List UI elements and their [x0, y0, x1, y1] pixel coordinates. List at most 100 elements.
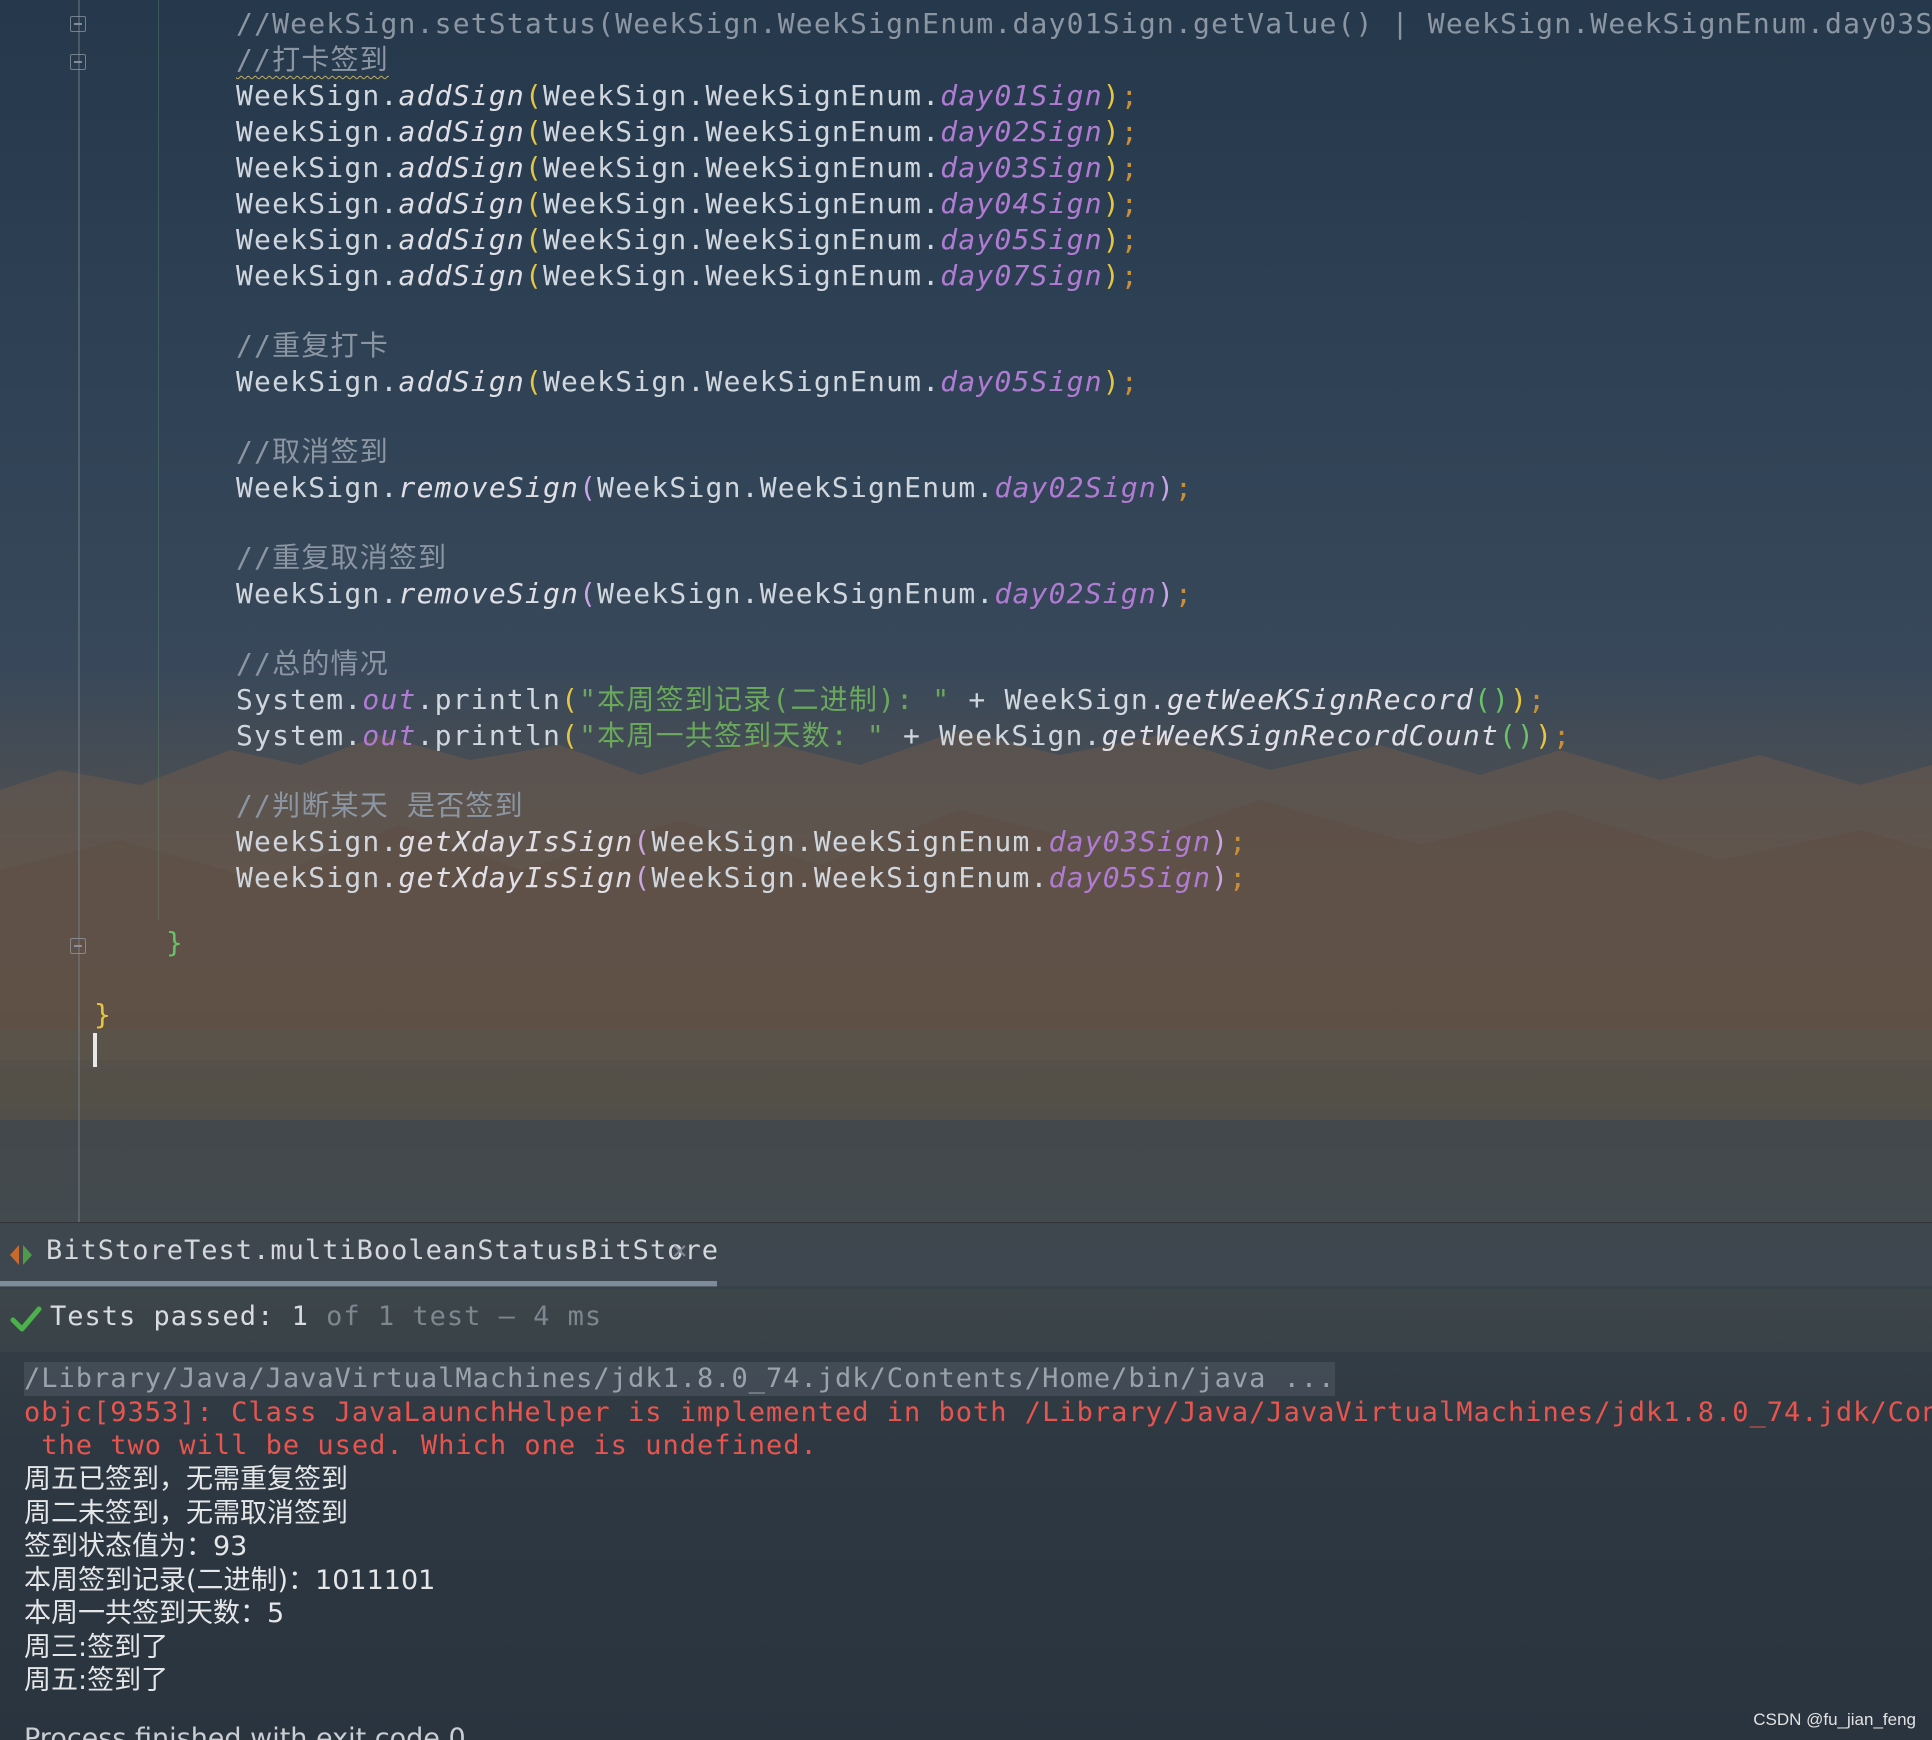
console-output-line: 本周签到记录(二进制)：1011101	[24, 1565, 436, 1596]
code-line[interactable]: WeekSign.removeSign(WeekSign.WeekSignEnu…	[236, 470, 1193, 506]
semicolon: ;	[1175, 577, 1194, 610]
class-ref: WeekSign.	[236, 861, 399, 894]
code-line[interactable]: WeekSign.addSign(WeekSign.WeekSignEnum.d…	[236, 364, 1139, 400]
gutter-line	[78, 0, 80, 1222]
method-name: removeSign	[398, 471, 580, 504]
fold-marker-icon[interactable]	[70, 54, 86, 70]
code-line[interactable]: System.out.println("本周一共签到天数: " + WeekSi…	[236, 718, 1571, 754]
operator: +	[884, 719, 940, 752]
semicolon: ;	[1120, 79, 1139, 112]
enum-ref: WeekSign.WeekSignEnum.	[651, 825, 1049, 858]
console-output-line: 周五:签到了	[24, 1665, 169, 1696]
code-line[interactable]: WeekSign.addSign(WeekSign.WeekSignEnum.d…	[236, 150, 1139, 186]
paren-close: )	[1102, 223, 1121, 256]
class-ref: WeekSign.	[236, 471, 399, 504]
operator: +	[950, 683, 1005, 716]
console-output-line: 周五已签到，无需重复签到	[24, 1464, 348, 1495]
method-name: getWeeKSignRecord	[1167, 683, 1474, 716]
class-ref: System.	[236, 719, 363, 752]
run-config-icon	[10, 1245, 32, 1265]
run-tab[interactable]: BitStoreTest.multiBooleanStatusBitStore …	[0, 1223, 718, 1287]
class-ref: WeekSign.	[1004, 683, 1167, 716]
class-ref: WeekSign.	[236, 825, 399, 858]
enum-ref: WeekSign.WeekSignEnum.	[543, 259, 941, 292]
paren-call: ()	[1498, 719, 1536, 752]
code-line[interactable]: WeekSign.addSign(WeekSign.WeekSignEnum.d…	[236, 114, 1139, 150]
code-line[interactable]: WeekSign.getXdayIsSign(WeekSign.WeekSign…	[236, 860, 1247, 896]
code-comment-line[interactable]: //判断某天 是否签到	[236, 788, 524, 824]
method-name: addSign	[398, 79, 525, 112]
method-name: getWeeKSignRecordCount	[1101, 719, 1499, 752]
comment-text: //取消签到	[236, 435, 389, 468]
semicolon: ;	[1120, 115, 1139, 148]
code-editor[interactable]: //WeekSign.setStatus(WeekSign.WeekSignEn…	[0, 0, 1932, 1222]
code-comment-line[interactable]: //取消签到	[236, 434, 389, 470]
semicolon: ;	[1120, 151, 1139, 184]
enum-ref: WeekSign.WeekSignEnum.	[543, 365, 941, 398]
method-name: addSign	[398, 259, 525, 292]
code-comment-line[interactable]: //打卡签到	[236, 42, 389, 78]
paren-close: )	[1102, 151, 1121, 184]
comment-text: //总的情况	[236, 647, 389, 680]
semicolon: ;	[1120, 187, 1139, 220]
paren-open: (	[524, 115, 543, 148]
code-line[interactable]: WeekSign.getXdayIsSign(WeekSign.WeekSign…	[236, 824, 1247, 860]
code-comment-line[interactable]: //WeekSign.setStatus(WeekSign.WeekSignEn…	[236, 6, 1932, 42]
enum-field: day04Sign	[940, 187, 1103, 220]
console-output-line: 签到状态值为：93	[24, 1531, 248, 1562]
class-ref: WeekSign.	[236, 79, 399, 112]
code-line[interactable]: WeekSign.addSign(WeekSign.WeekSignEnum.d…	[236, 78, 1139, 114]
fold-marker-icon[interactable]	[70, 938, 86, 954]
code-line[interactable]: WeekSign.removeSign(WeekSign.WeekSignEnu…	[236, 576, 1193, 612]
comment-text: //重复打卡	[236, 329, 389, 362]
comment-text: //判断某天 是否签到	[236, 789, 524, 822]
fold-marker-icon[interactable]	[70, 16, 86, 32]
run-tab-bar: BitStoreTest.multiBooleanStatusBitStore …	[0, 1222, 1932, 1287]
paren-close: )	[1211, 825, 1230, 858]
paren-open: (	[633, 861, 652, 894]
comment-text: //WeekSign.setStatus(WeekSign.WeekSignEn…	[236, 7, 1932, 40]
method-name: addSign	[398, 151, 525, 184]
code-comment-line[interactable]: //总的情况	[236, 646, 389, 682]
static-field: out	[362, 719, 417, 752]
console-command-line[interactable]: /Library/Java/JavaVirtualMachines/jdk1.8…	[24, 1362, 1336, 1396]
close-tab-icon[interactable]: ×	[672, 1236, 688, 1266]
enum-field: day05Sign	[1048, 861, 1212, 894]
paren-open: (	[524, 223, 543, 256]
code-line[interactable]: WeekSign.addSign(WeekSign.WeekSignEnum.d…	[236, 258, 1139, 294]
code-comment-line[interactable]: //重复取消签到	[236, 540, 447, 576]
code-line[interactable]: WeekSign.addSign(WeekSign.WeekSignEnum.d…	[236, 222, 1139, 258]
semicolon: ;	[1229, 861, 1248, 894]
paren-open: (	[561, 683, 580, 716]
comment-text: //重复取消签到	[236, 541, 448, 574]
semicolon: ;	[1229, 825, 1248, 858]
class-ref: WeekSign.	[236, 151, 399, 184]
code-comment-line[interactable]: //重复打卡	[236, 328, 389, 364]
code-line[interactable]: WeekSign.addSign(WeekSign.WeekSignEnum.d…	[236, 186, 1139, 222]
code-line[interactable]: System.out.println("本周签到记录(二进制): " + Wee…	[236, 682, 1546, 718]
string-literal: "本周一共签到天数: "	[579, 719, 885, 752]
paren-close: )	[1156, 577, 1176, 610]
class-ref: WeekSign.	[236, 223, 399, 256]
enum-ref: WeekSign.WeekSignEnum.	[543, 187, 941, 220]
indent-guide	[158, 0, 159, 920]
enum-ref: WeekSign.WeekSignEnum.	[543, 115, 941, 148]
class-ref: WeekSign.	[939, 719, 1102, 752]
semicolon: ;	[1553, 719, 1572, 752]
enum-ref: WeekSign.WeekSignEnum.	[543, 151, 941, 184]
enum-ref: WeekSign.WeekSignEnum.	[543, 223, 941, 256]
method-name: addSign	[398, 187, 525, 220]
paren-open: (	[524, 79, 543, 112]
paren-call: ()	[1473, 683, 1511, 716]
class-ref: WeekSign.	[236, 115, 399, 148]
console-exit-line: Process finished with exit code 0	[24, 1723, 466, 1740]
enum-ref: WeekSign.WeekSignEnum.	[651, 861, 1049, 894]
semicolon: ;	[1175, 471, 1194, 504]
semicolon: ;	[1120, 223, 1139, 256]
paren-close: )	[1211, 861, 1230, 894]
class-ref: WeekSign.	[236, 187, 399, 220]
text-caret	[93, 1033, 97, 1067]
enum-field: day05Sign	[940, 365, 1103, 398]
console-output[interactable]: /Library/Java/JavaVirtualMachines/jdk1.8…	[0, 1352, 1932, 1740]
class-ref: WeekSign.	[236, 365, 399, 398]
